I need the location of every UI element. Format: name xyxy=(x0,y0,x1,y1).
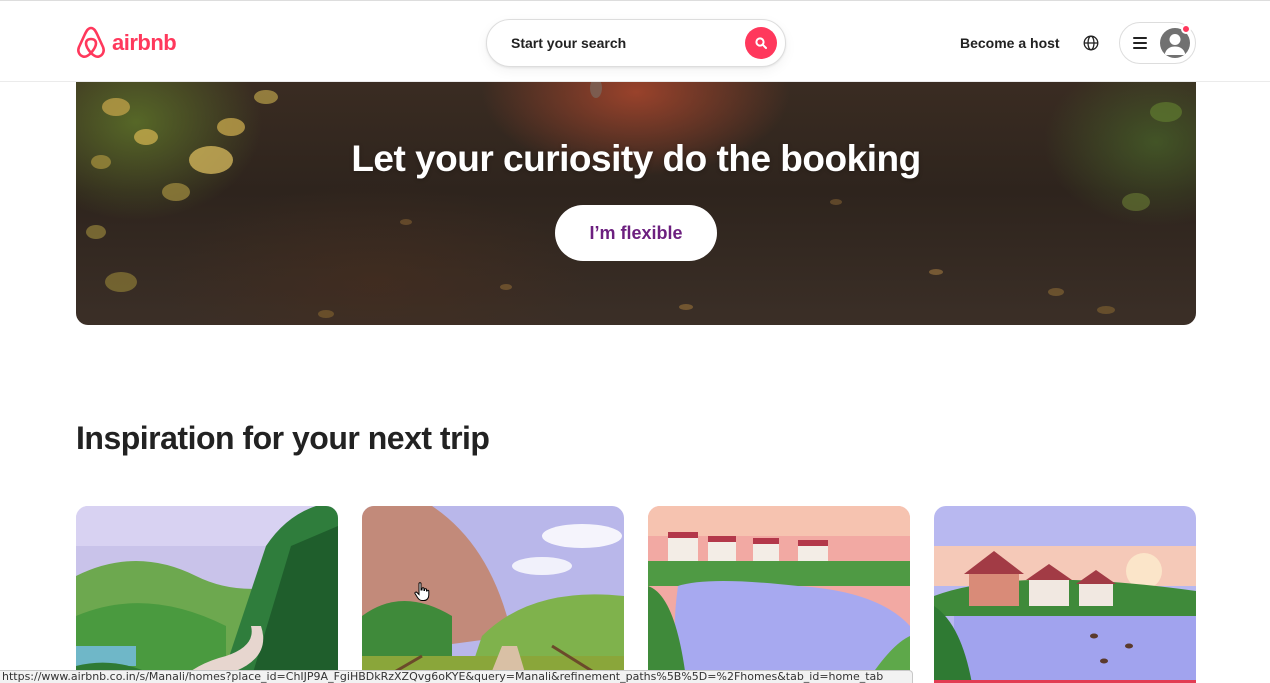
im-flexible-button[interactable]: I’m flexible xyxy=(555,205,717,261)
language-button[interactable] xyxy=(1075,27,1107,59)
inspiration-card[interactable] xyxy=(934,506,1196,683)
inspiration-card[interactable] xyxy=(648,506,910,683)
hand-cursor-icon xyxy=(414,582,430,601)
hero-title: Let your curiosity do the booking xyxy=(351,138,921,179)
user-menu-button[interactable] xyxy=(1119,22,1196,64)
green-mountains-illustration xyxy=(76,506,338,683)
become-a-host-link[interactable]: Become a host xyxy=(948,27,1072,59)
menu-icon xyxy=(1133,37,1147,49)
airbnb-logo[interactable]: airbnb xyxy=(76,26,177,60)
airbnb-logo-icon xyxy=(77,26,105,59)
inspiration-title: Inspiration for your next trip xyxy=(76,420,490,456)
logo-wordmark: airbnb xyxy=(112,30,177,55)
globe-icon xyxy=(1083,35,1099,51)
search-icon xyxy=(755,37,767,49)
search-button[interactable] xyxy=(745,27,777,59)
sunset-house-illustration xyxy=(934,506,1196,683)
inspiration-card[interactable] xyxy=(362,506,624,683)
airbnb-home-page: airbnb Start your search Become a host L… xyxy=(0,0,1270,683)
link-preview-status-bar: https://www.airbnb.co.in/s/Manali/homes?… xyxy=(0,670,913,683)
hero-banner: Let your curiosity do the booking I’m fl… xyxy=(76,82,1196,325)
notification-dot xyxy=(1181,24,1191,34)
lake-village-illustration xyxy=(648,506,910,683)
top-header: airbnb Start your search Become a host xyxy=(0,0,1270,82)
forest-path-background xyxy=(86,82,1182,318)
rocky-cliff-illustration xyxy=(362,506,624,683)
search-placeholder: Start your search xyxy=(511,35,627,51)
inspiration-card[interactable] xyxy=(76,506,338,683)
search-bar[interactable]: Start your search xyxy=(486,19,786,67)
